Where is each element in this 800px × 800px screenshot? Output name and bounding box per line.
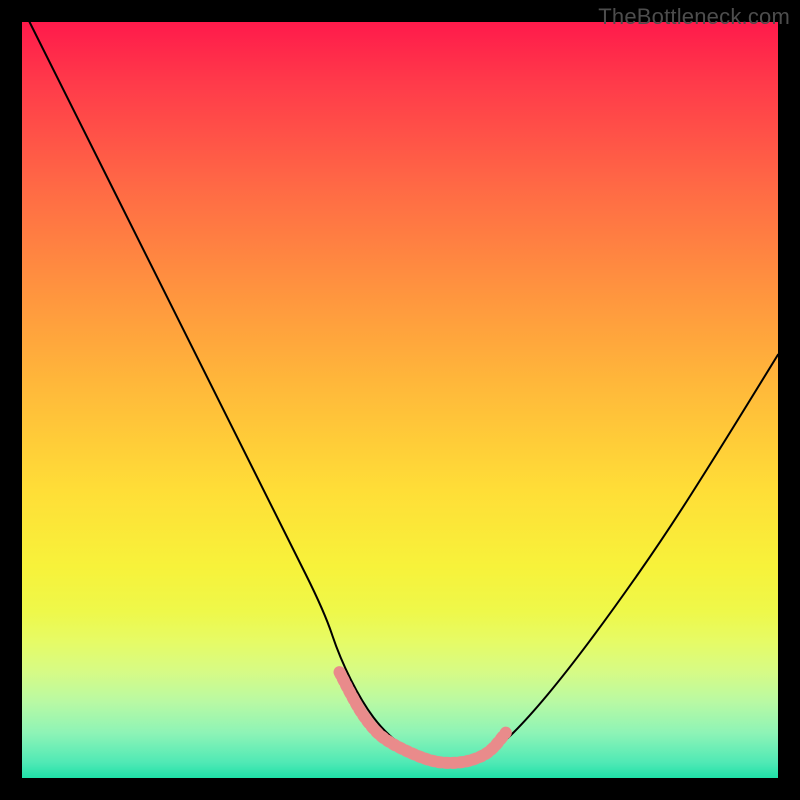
plot-area — [22, 22, 778, 778]
bottleneck-curve-path — [30, 22, 778, 763]
chart-frame: TheBottleneck.com — [0, 0, 800, 800]
curve-layer — [22, 22, 778, 778]
optimal-highlight-path — [340, 672, 506, 763]
watermark-text: TheBottleneck.com — [598, 4, 790, 30]
